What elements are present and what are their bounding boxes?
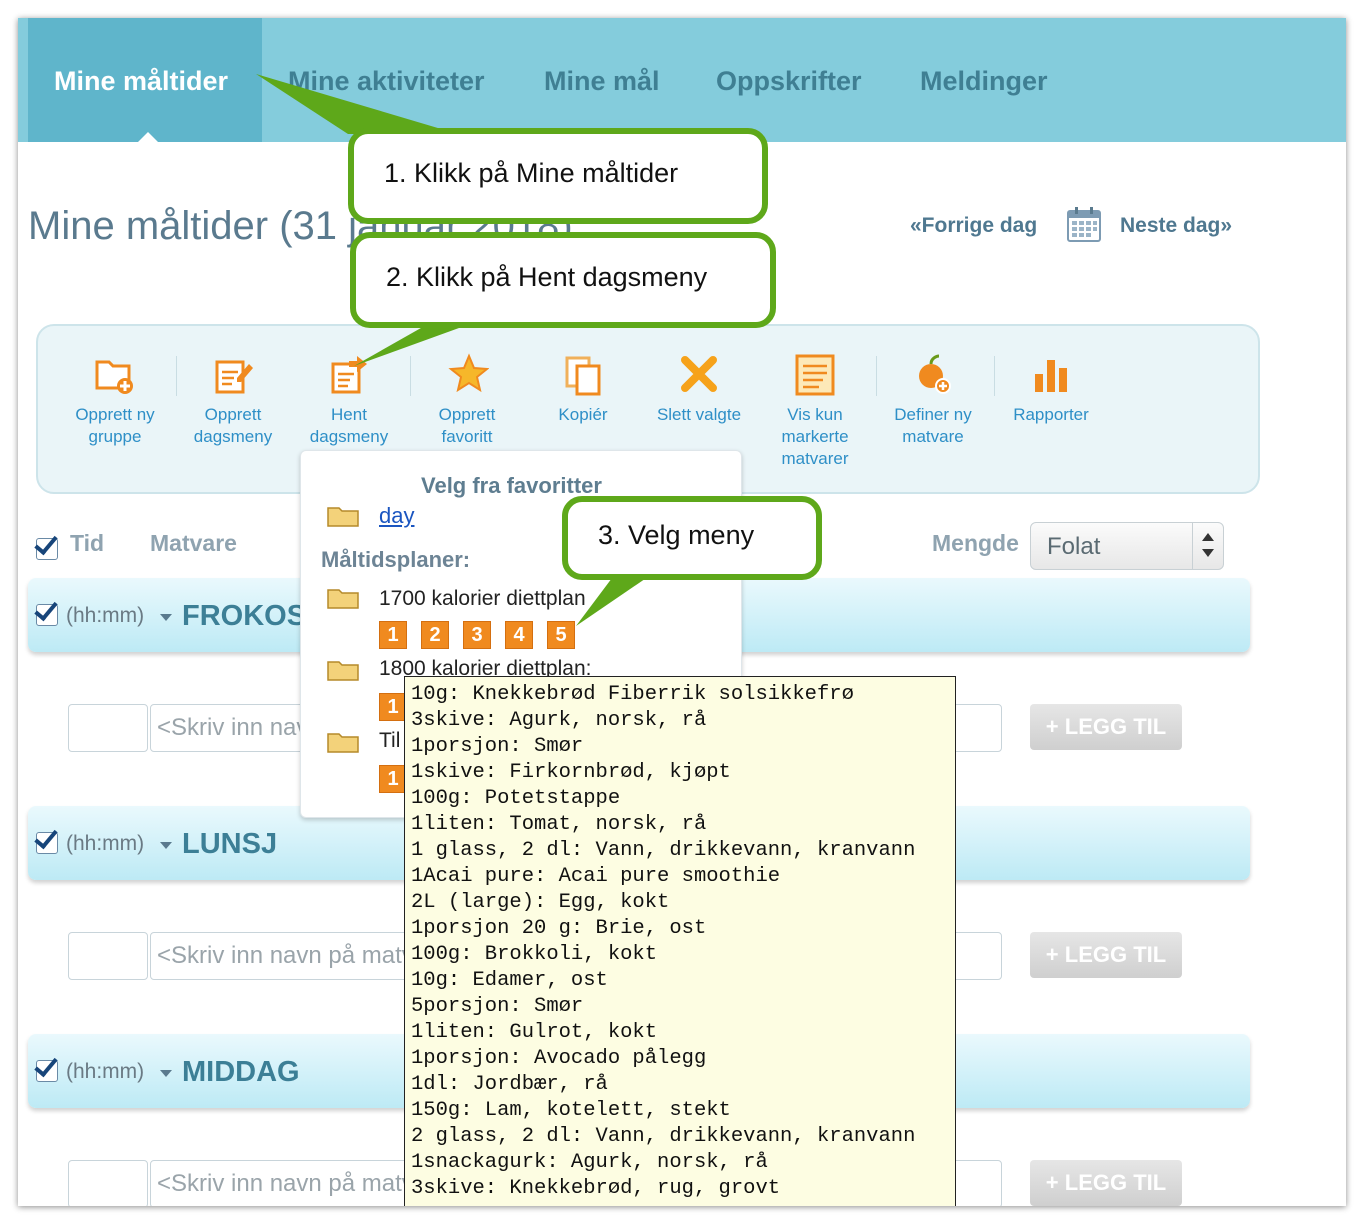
callout-step-2: 2. Klikk på Hent dagsmeny xyxy=(350,232,776,328)
callout-step-3: 3. Velg meny xyxy=(562,496,822,580)
app-window: Mine måltider Mine aktiviteter Mine mål … xyxy=(18,18,1346,1206)
callout-step-1: 1. Klikk på Mine måltider xyxy=(348,128,768,224)
